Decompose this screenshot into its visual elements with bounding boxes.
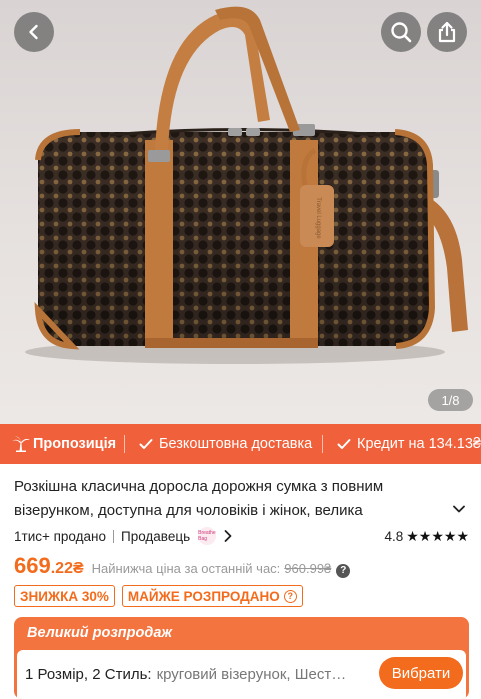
credit-label: Кредит на 134.13₴ bbox=[357, 436, 481, 452]
chevron-down-icon bbox=[453, 505, 465, 513]
chevron-right-icon[interactable] bbox=[223, 529, 233, 543]
promo-free-delivery[interactable]: Безкоштовна доставка bbox=[125, 436, 322, 452]
old-price: 960.99₴ bbox=[284, 561, 332, 576]
options-values: круговий візерунок, Шестигранник bbox=[156, 666, 347, 683]
variant-selector[interactable]: 1 Розмір, 2 Стиль: круговий візерунок, Ш… bbox=[17, 650, 466, 699]
price-integer: 669 bbox=[14, 553, 51, 578]
image-pager: 1/8 bbox=[428, 389, 473, 411]
sale-title: Великий розпродаж bbox=[27, 625, 173, 641]
choose-button[interactable]: Вибрати bbox=[379, 657, 463, 689]
price-row: 669 .22₴ Найнижча ціна за останній час: … bbox=[14, 553, 351, 581]
expand-title-button[interactable] bbox=[451, 501, 467, 522]
sold-count: 1тис+ продано bbox=[14, 528, 106, 544]
badges-row: ЗНИЖКА 30% МАЙЖЕ РОЗПРОДАНО? bbox=[14, 585, 303, 607]
big-sale-panel: Великий розпродаж 1 Розмір, 2 Стиль: кру… bbox=[14, 617, 469, 699]
palm-tree-icon bbox=[12, 436, 30, 452]
promo-strip[interactable]: Пропозиція Безкоштовна доставка Кредит н… bbox=[0, 424, 481, 464]
product-photo-travel-bag: Travel Luggage bbox=[25, 6, 468, 364]
back-arrow-icon bbox=[29, 24, 38, 40]
discount-badge-label: ЗНИЖКА 30% bbox=[20, 588, 109, 604]
share-button[interactable] bbox=[427, 12, 467, 52]
discount-badge: ЗНИЖКА 30% bbox=[14, 585, 115, 607]
back-button[interactable] bbox=[14, 12, 54, 52]
luggage-tag-text: Travel Luggage bbox=[315, 197, 321, 239]
promo-brand: Пропозиція bbox=[0, 436, 124, 452]
lowest-price-note: Найнижча ціна за останній час: bbox=[91, 561, 281, 576]
check-icon bbox=[337, 439, 351, 449]
almost-sold-out-badge[interactable]: МАЙЖЕ РОЗПРОДАНО? bbox=[121, 585, 303, 607]
free-delivery-label: Безкоштовна доставка bbox=[159, 436, 313, 452]
promo-credit[interactable]: Кредит на 134.13₴ bbox=[323, 436, 481, 452]
rating-value: 4.8 bbox=[384, 528, 404, 544]
share-icon bbox=[438, 21, 456, 43]
promo-brand-label: Пропозиція bbox=[33, 436, 117, 452]
options-count: 1 Розмір, 2 Стиль: bbox=[25, 666, 152, 683]
almost-sold-out-label: МАЙЖЕ РОЗПРОДАНО bbox=[127, 588, 280, 604]
check-icon bbox=[139, 439, 153, 449]
search-icon bbox=[391, 22, 412, 43]
seller-label[interactable]: Продавець bbox=[121, 529, 190, 544]
product-rating[interactable]: 4.8 ★★★★★ bbox=[384, 528, 469, 545]
product-image-gallery[interactable]: Travel Luggage 1/8 bbox=[0, 0, 481, 424]
seller-logo[interactable]: Breathe Bag bbox=[198, 527, 217, 545]
meta-divider bbox=[113, 529, 114, 543]
product-title: Розкішна класична доросла дорожня сумка … bbox=[14, 478, 384, 519]
info-icon[interactable]: ? bbox=[336, 564, 351, 578]
price-decimal: .22₴ bbox=[50, 560, 84, 577]
star-rating-icons: ★★★★★ bbox=[406, 527, 469, 544]
question-icon[interactable]: ? bbox=[283, 589, 297, 603]
search-button[interactable] bbox=[381, 12, 421, 52]
product-meta-row: 1тис+ продано Продавець Breathe Bag 4.8 … bbox=[14, 525, 469, 547]
